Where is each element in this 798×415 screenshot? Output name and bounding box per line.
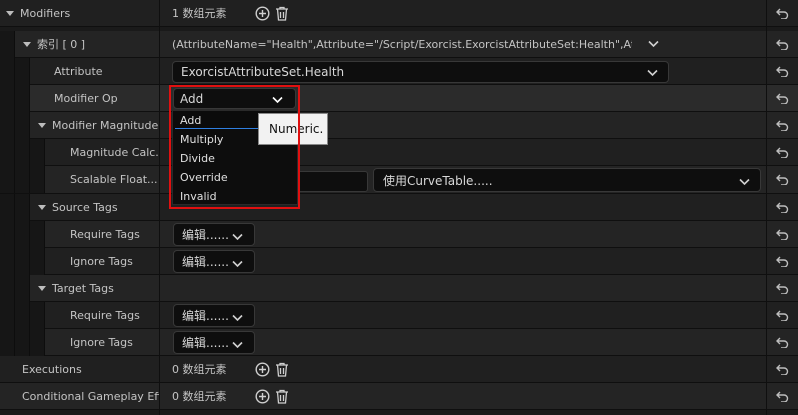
target-ignore-edit-button[interactable]: 编辑......	[173, 331, 255, 354]
scalable-float-label: Scalable Float...	[70, 172, 158, 186]
reset-arrow-icon[interactable]	[767, 356, 798, 382]
add-circle-icon[interactable]	[255, 5, 271, 21]
menu-item-label: Invalid	[180, 190, 217, 203]
chevron-down-icon	[647, 66, 658, 80]
scalable-float-input[interactable]	[296, 171, 368, 192]
chevron-down-icon	[272, 93, 283, 107]
executions-count: 0 数组元素	[172, 363, 227, 376]
reset-arrow-icon[interactable]	[767, 112, 798, 138]
reset-arrow-icon[interactable]	[767, 275, 798, 301]
curve-table-value: 使用CurveTable.....	[383, 173, 493, 188]
add-circle-icon[interactable]	[255, 388, 271, 404]
reset-arrow-icon[interactable]	[767, 194, 798, 220]
reset-arrow-icon[interactable]	[767, 31, 798, 57]
reset-arrow-icon[interactable]	[767, 166, 798, 192]
source-require-tags-label: Require Tags	[70, 227, 140, 241]
source-ignore-tags-label: Ignore Tags	[70, 254, 133, 268]
chevron-down-icon	[232, 311, 243, 325]
scalable-float-row: Scalable Float... 使用CurveTable.....	[0, 166, 798, 194]
chevron-down-icon	[739, 175, 750, 189]
source-tags-label: Source Tags	[52, 200, 118, 214]
trash-icon[interactable]	[274, 361, 290, 377]
modifier-op-label: Modifier Op	[54, 91, 118, 105]
source-ignore-edit-label: 编辑......	[182, 255, 229, 269]
reset-arrow-icon[interactable]	[767, 58, 798, 84]
modifier-op-value: Add	[180, 91, 204, 106]
source-require-edit-label: 编辑......	[182, 228, 229, 242]
magnitude-calc-label: Magnitude Calc...	[70, 145, 159, 159]
chevron-down-icon	[232, 230, 243, 244]
target-require-edit-button[interactable]: 编辑......	[173, 304, 255, 327]
modifier-magnitude-row: Modifier Magnitude	[0, 112, 798, 139]
reset-arrow-icon[interactable]	[767, 0, 798, 26]
target-require-tags-label: Require Tags	[70, 308, 140, 322]
menu-item-invalid[interactable]: Invalid	[173, 187, 297, 206]
executions-label: Executions	[22, 362, 82, 376]
reset-arrow-icon[interactable]	[767, 302, 798, 328]
magnitude-calc-row: Magnitude Calc...	[0, 139, 798, 166]
source-require-edit-button[interactable]: 编辑......	[173, 223, 255, 246]
modifier-magnitude-label: Modifier Magnitude	[52, 118, 159, 132]
modifier-op-row: Modifier Op Add	[0, 85, 798, 112]
target-ignore-tags-row: Ignore Tags 编辑......	[0, 329, 798, 356]
reset-arrow-icon[interactable]	[767, 139, 798, 165]
expand-triangle-icon[interactable]	[6, 10, 14, 16]
index-label: 索引 [ 0 ]	[37, 38, 86, 51]
target-tags-label: Target Tags	[52, 281, 114, 295]
target-ignore-tags-label: Ignore Tags	[70, 335, 133, 349]
source-ignore-tags-row: Ignore Tags 编辑......	[0, 248, 798, 275]
conditional-effects-count: 0 数组元素	[172, 390, 227, 403]
index-row: 索引 [ 0 ] (AttributeName="Health",Attribu…	[0, 31, 798, 58]
reset-arrow-icon[interactable]	[767, 221, 798, 247]
executions-row: Executions 0 数组元素	[0, 356, 798, 383]
add-circle-icon[interactable]	[255, 361, 271, 377]
trash-icon[interactable]	[274, 5, 290, 21]
expand-triangle-icon[interactable]	[38, 285, 46, 291]
attribute-label: Attribute	[54, 64, 103, 78]
attribute-row: Attribute ExorcistAttributeSet.Health	[0, 58, 798, 85]
menu-item-label: Override	[180, 171, 228, 184]
source-require-tags-row: Require Tags 编辑......	[0, 221, 798, 248]
conditional-effects-label: Conditional Gameplay Eff...	[22, 389, 159, 403]
reset-arrow-icon[interactable]	[767, 85, 798, 111]
target-require-tags-row: Require Tags 编辑......	[0, 302, 798, 329]
expand-triangle-icon[interactable]	[23, 41, 31, 47]
menu-item-label: Add	[180, 114, 202, 127]
attribute-value: ExorcistAttributeSet.Health	[181, 65, 345, 79]
menu-item-label: Divide	[180, 152, 215, 165]
target-tags-row: Target Tags	[0, 275, 798, 302]
index-value: (AttributeName="Health",Attribute="/Scri…	[172, 37, 632, 51]
attribute-combo[interactable]: ExorcistAttributeSet.Health	[172, 61, 669, 83]
tooltip-text: Numeric.	[269, 122, 324, 136]
target-ignore-edit-label: 编辑......	[182, 336, 229, 350]
modifiers-count: 1 数组元素	[172, 7, 227, 20]
source-tags-row: Source Tags	[0, 194, 798, 221]
chevron-down-icon	[232, 338, 243, 352]
reset-arrow-icon[interactable]	[767, 383, 798, 409]
conditional-effects-row: Conditional Gameplay Eff... 0 数组元素	[0, 383, 798, 410]
details-panel: Modifiers 1 数组元素 索引 [ 0 ] (AttributeName…	[0, 0, 798, 415]
chevron-down-icon[interactable]	[648, 38, 659, 51]
expand-triangle-icon[interactable]	[38, 204, 46, 210]
menu-item-override[interactable]: Override	[173, 168, 297, 187]
trash-icon[interactable]	[274, 388, 290, 404]
modifiers-row: Modifiers 1 数组元素	[0, 0, 798, 27]
menu-item-label: Multiply	[180, 133, 224, 146]
expand-triangle-icon[interactable]	[38, 122, 46, 128]
target-require-edit-label: 编辑......	[182, 309, 229, 323]
modifiers-label: Modifiers	[20, 6, 71, 20]
modifier-op-combo[interactable]: Add	[173, 88, 296, 109]
reset-arrow-icon[interactable]	[767, 329, 798, 355]
source-ignore-edit-button[interactable]: 编辑......	[173, 250, 255, 273]
tooltip: Numeric.	[258, 113, 328, 145]
chevron-down-icon	[232, 257, 243, 271]
menu-item-divide[interactable]: Divide	[173, 149, 297, 168]
reset-arrow-icon[interactable]	[767, 248, 798, 274]
curve-table-combo[interactable]: 使用CurveTable.....	[373, 168, 761, 192]
